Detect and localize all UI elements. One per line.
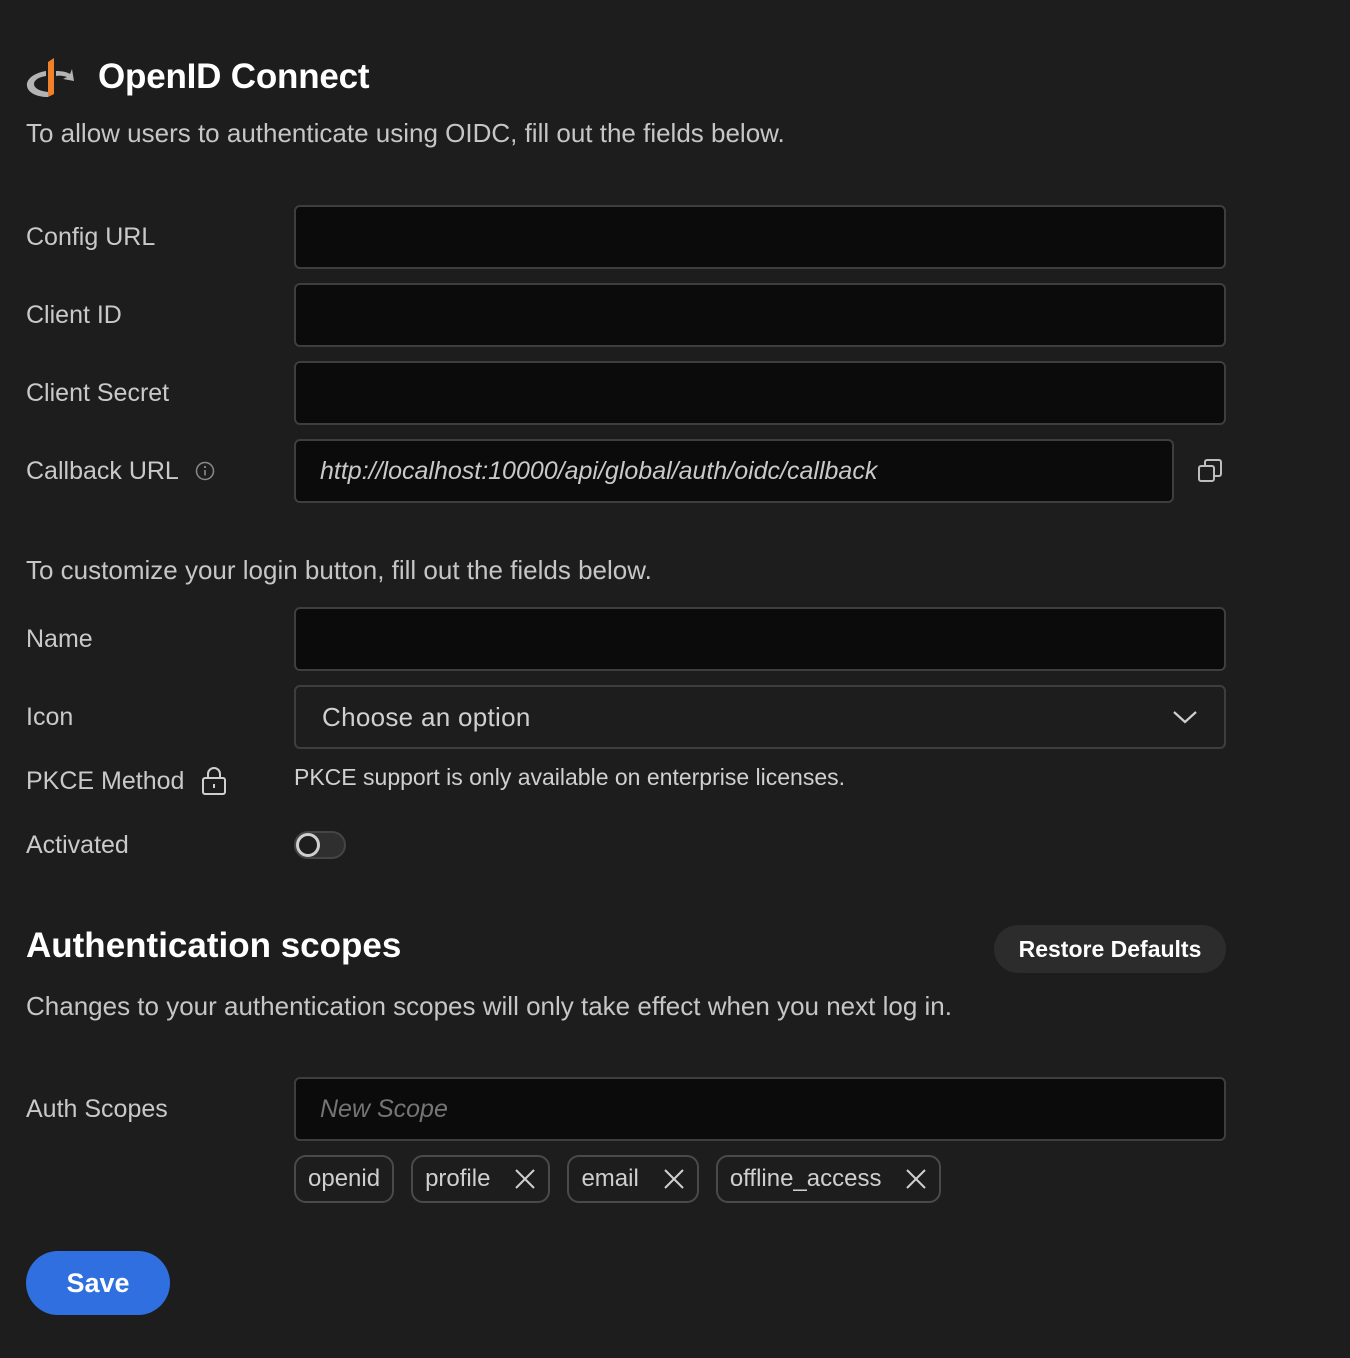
scope-chip-email: email [567,1155,699,1203]
callback-url-value: http://localhost:10000/api/global/auth/o… [320,456,878,485]
oidc-settings-page: OpenID Connect To allow users to authent… [0,0,1350,1358]
info-icon[interactable] [195,461,215,481]
page-title: OpenID Connect [98,57,370,96]
client-secret-input[interactable] [294,361,1226,425]
save-button[interactable]: Save [26,1251,170,1315]
lock-icon [202,767,227,795]
auth-scopes-description: Changes to your authentication scopes wi… [26,991,952,1021]
scope-chip-label: openid [308,1165,381,1192]
client-id-label: Client ID [26,300,122,329]
config-url-input[interactable] [294,205,1226,269]
openid-logo-icon [26,58,74,97]
activated-label: Activated [26,830,129,859]
callback-url-label: Callback URL [26,456,179,485]
icon-select-value: Choose an option [322,701,531,732]
icon-label: Icon [26,702,74,731]
scope-chip-offline-access: offline_access [715,1155,942,1203]
pkce-enterprise-notice: PKCE support is only available on enterp… [294,764,846,790]
pkce-label-row: PKCE Method [26,761,228,801]
remove-scope-icon[interactable] [905,1168,927,1190]
scope-chips: openid profile email offline_access [294,1155,942,1203]
client-id-input[interactable] [294,283,1226,347]
client-secret-label: Client Secret [26,378,170,407]
activated-toggle[interactable] [294,831,346,859]
copy-icon[interactable] [1196,457,1224,485]
restore-defaults-button[interactable]: Restore Defaults [994,925,1226,973]
callback-url-label-row: Callback URL [26,451,215,491]
scope-chip-label: email [581,1165,639,1192]
config-url-label: Config URL [26,222,156,251]
new-scope-input[interactable] [294,1077,1226,1141]
scope-chip-openid: openid [294,1155,395,1203]
toggle-knob [296,833,320,857]
scope-chip-label: profile [425,1165,491,1192]
pkce-method-label: PKCE Method [26,766,185,795]
login-button-description: To customize your login button, fill out… [26,555,652,585]
remove-scope-icon[interactable] [663,1168,685,1190]
page-header: OpenID Connect [26,54,370,100]
page-description: To allow users to authenticate using OID… [26,118,785,148]
scope-chip-profile: profile [411,1155,551,1203]
scope-chip-label: offline_access [729,1165,882,1192]
icon-select[interactable]: Choose an option [294,685,1226,749]
callback-url-field: http://localhost:10000/api/global/auth/o… [294,439,1174,503]
name-input[interactable] [294,607,1226,671]
remove-scope-icon[interactable] [514,1168,536,1190]
auth-scopes-title: Authentication scopes [26,926,402,965]
name-label: Name [26,624,93,653]
chevron-down-icon [1173,711,1197,724]
auth-scopes-label: Auth Scopes [26,1094,168,1123]
